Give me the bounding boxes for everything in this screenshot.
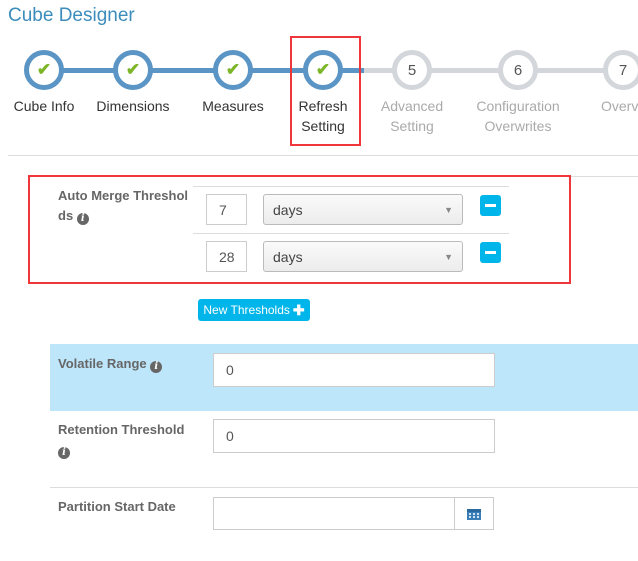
step-number: 6 xyxy=(498,50,538,90)
step-number: 5 xyxy=(392,50,432,90)
step-measures[interactable]: ✔ Measures xyxy=(193,50,273,116)
step-label: Cube Info xyxy=(13,98,75,114)
retention-threshold-input[interactable]: 0 xyxy=(213,419,495,453)
info-icon[interactable]: i xyxy=(150,361,163,373)
step-label: Advanced xyxy=(380,98,444,114)
new-thresholds-button[interactable]: New Thresholds ✚ xyxy=(198,299,310,321)
divider xyxy=(50,487,638,488)
step-label: Overview xyxy=(601,98,638,114)
step-label: Setting xyxy=(390,118,434,134)
partition-start-date-input[interactable] xyxy=(213,497,455,530)
partition-start-date-label: Partition Start Date xyxy=(58,499,176,514)
step-overview[interactable]: 7 Overview xyxy=(583,50,638,116)
divider xyxy=(8,155,638,156)
step-cube-info[interactable]: ✔ Cube Info xyxy=(4,50,84,116)
retention-threshold-label: Retention Threshold i xyxy=(58,422,185,459)
step-label: Dimensions xyxy=(96,98,170,114)
plus-icon: ✚ xyxy=(292,301,305,318)
info-icon[interactable]: i xyxy=(58,447,70,459)
check-icon: ✔ xyxy=(36,60,52,79)
page-title: Cube Designer xyxy=(8,5,135,26)
check-icon: ✔ xyxy=(125,60,141,79)
volatile-range-input[interactable]: 0 xyxy=(213,353,495,387)
step-label: Configuration xyxy=(476,98,560,114)
step-label: Overwrites xyxy=(484,118,552,134)
calendar-button[interactable] xyxy=(454,497,494,530)
volatile-range-label: Volatile Range i xyxy=(58,354,163,374)
step-label: Measures xyxy=(202,98,264,114)
step-dimensions[interactable]: ✔ Dimensions xyxy=(93,50,173,116)
step-number: 7 xyxy=(603,50,638,90)
calendar-icon xyxy=(467,509,481,520)
check-icon: ✔ xyxy=(225,60,241,79)
step-configuration-overwrites[interactable]: 6 Configuration Overwrites xyxy=(468,50,568,136)
step-advanced-setting[interactable]: 5 Advanced Setting xyxy=(372,50,452,136)
highlight-box-thresholds xyxy=(28,175,571,284)
highlight-box-step xyxy=(290,36,361,146)
